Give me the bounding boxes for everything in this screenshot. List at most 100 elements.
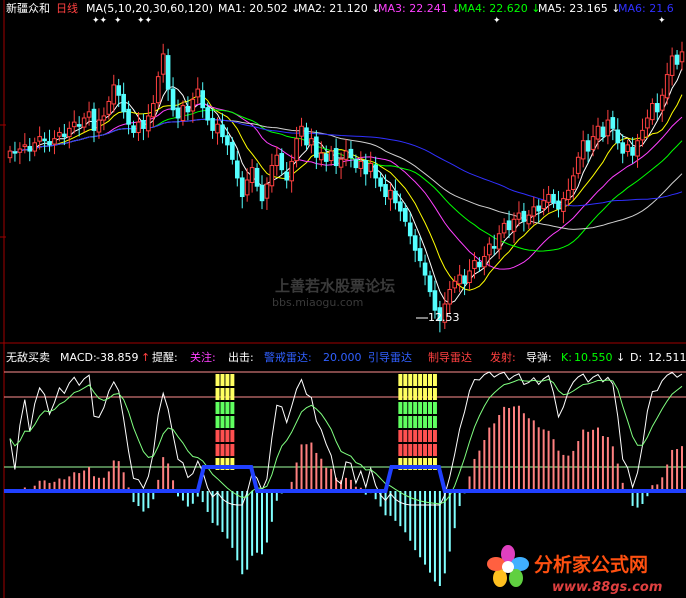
candle-body bbox=[496, 233, 502, 250]
candle-body bbox=[388, 189, 393, 200]
signal-block bbox=[428, 430, 432, 442]
signal-block bbox=[398, 388, 403, 400]
k-arrow: ↓ bbox=[616, 351, 625, 364]
candle-body bbox=[378, 177, 383, 187]
candle-body bbox=[654, 103, 660, 113]
signal-star: ✦ bbox=[114, 16, 122, 26]
candle-body bbox=[141, 119, 146, 129]
candle-body bbox=[210, 117, 215, 131]
candle-body bbox=[299, 125, 304, 137]
candle-body bbox=[52, 138, 57, 145]
candle-body bbox=[57, 131, 62, 137]
chart-canvas[interactable]: 新疆众和 日线 MA(5,10,20,30,60,120) MA1: 20.50… bbox=[0, 0, 686, 598]
d-label: D: bbox=[630, 351, 642, 364]
launch-label: 发射: bbox=[490, 350, 516, 364]
signal-block bbox=[428, 388, 432, 400]
candle-body bbox=[22, 144, 28, 148]
radar1-label: 警戒雷达: bbox=[264, 350, 312, 364]
signal-block bbox=[215, 416, 220, 428]
period-label[interactable]: 日线 bbox=[56, 1, 78, 15]
signal-block bbox=[398, 444, 403, 456]
candle-body bbox=[12, 151, 18, 154]
signal-block bbox=[398, 374, 403, 386]
candle-body bbox=[625, 144, 630, 152]
candle-body bbox=[585, 140, 591, 152]
signal-block bbox=[423, 374, 428, 386]
candle-body bbox=[363, 160, 369, 175]
signal-block bbox=[408, 430, 413, 442]
stock-chart-window: 新疆众和 日线 MA(5,10,20,30,60,120) MA1: 20.50… bbox=[0, 0, 686, 598]
signal-block bbox=[428, 402, 432, 414]
candle-body bbox=[284, 171, 290, 181]
candle-body bbox=[309, 138, 314, 146]
candle-body bbox=[304, 127, 309, 146]
signal-block bbox=[225, 416, 230, 428]
signal-block bbox=[408, 444, 413, 456]
signal-block bbox=[413, 402, 418, 414]
signal-block bbox=[432, 388, 437, 400]
candle-body bbox=[215, 123, 220, 134]
signal-block bbox=[398, 430, 403, 442]
signal-block bbox=[423, 388, 428, 400]
candle-body bbox=[126, 108, 131, 125]
signal-block bbox=[225, 402, 230, 414]
candle-body bbox=[516, 212, 522, 220]
candle-body bbox=[146, 115, 151, 132]
candle-body bbox=[101, 115, 107, 121]
candle-body bbox=[472, 260, 477, 269]
signal-block bbox=[220, 374, 225, 386]
signal-block bbox=[225, 374, 230, 386]
candle-body bbox=[432, 290, 438, 311]
candle-body bbox=[605, 119, 611, 137]
candle-body bbox=[590, 136, 596, 150]
signal-block bbox=[215, 430, 220, 442]
signal-block bbox=[408, 402, 413, 414]
ma-line bbox=[9, 94, 683, 291]
candle-body bbox=[412, 235, 418, 251]
candle-body bbox=[447, 289, 453, 305]
candle-body bbox=[274, 154, 280, 167]
candle-body bbox=[200, 90, 206, 109]
candle-body bbox=[333, 148, 339, 167]
candle-body bbox=[131, 125, 136, 133]
candle-body bbox=[630, 146, 635, 156]
logo-url: www.88gs.com bbox=[552, 580, 662, 595]
signal-star: ✦✦ bbox=[92, 16, 108, 26]
candle-body bbox=[566, 189, 571, 200]
candle-body bbox=[294, 138, 299, 162]
signal-block bbox=[230, 416, 235, 428]
signal-block bbox=[230, 388, 235, 400]
ma-header-item: MA3: 22.241 ↓ bbox=[378, 2, 460, 15]
signal-block bbox=[408, 388, 413, 400]
candle-body bbox=[225, 135, 230, 146]
signal-block bbox=[418, 402, 423, 414]
candle-body bbox=[343, 150, 349, 160]
candle-body bbox=[76, 124, 82, 127]
macd-label: MACD: bbox=[60, 351, 97, 364]
signal-block bbox=[225, 388, 230, 400]
watermark-title: 上善若水股票论坛 bbox=[275, 277, 395, 295]
ma-header-item: MA5: 23.165 ↓ bbox=[538, 2, 620, 15]
candle-body bbox=[398, 201, 403, 212]
signal-block bbox=[225, 444, 230, 456]
candle-body bbox=[170, 88, 176, 111]
candle-body bbox=[669, 55, 675, 76]
signal-block bbox=[220, 402, 225, 414]
candle-body bbox=[506, 220, 512, 231]
candle-body bbox=[353, 159, 359, 169]
candle-body bbox=[254, 167, 260, 187]
candle-body bbox=[136, 121, 141, 133]
candle-body bbox=[111, 84, 117, 105]
signal-star: ✦ bbox=[658, 16, 666, 26]
candle-body bbox=[467, 270, 472, 284]
k-label: K: bbox=[561, 351, 572, 364]
signal-block bbox=[428, 444, 432, 456]
candle-body bbox=[175, 107, 181, 119]
signal-block bbox=[423, 430, 428, 442]
candle-body bbox=[561, 198, 566, 212]
ma-header-item: MA2: 21.120 ↓ bbox=[298, 2, 380, 15]
candle-body bbox=[96, 119, 102, 133]
signal-block bbox=[432, 402, 437, 414]
candle-body bbox=[645, 117, 650, 129]
candle-body bbox=[511, 218, 517, 232]
